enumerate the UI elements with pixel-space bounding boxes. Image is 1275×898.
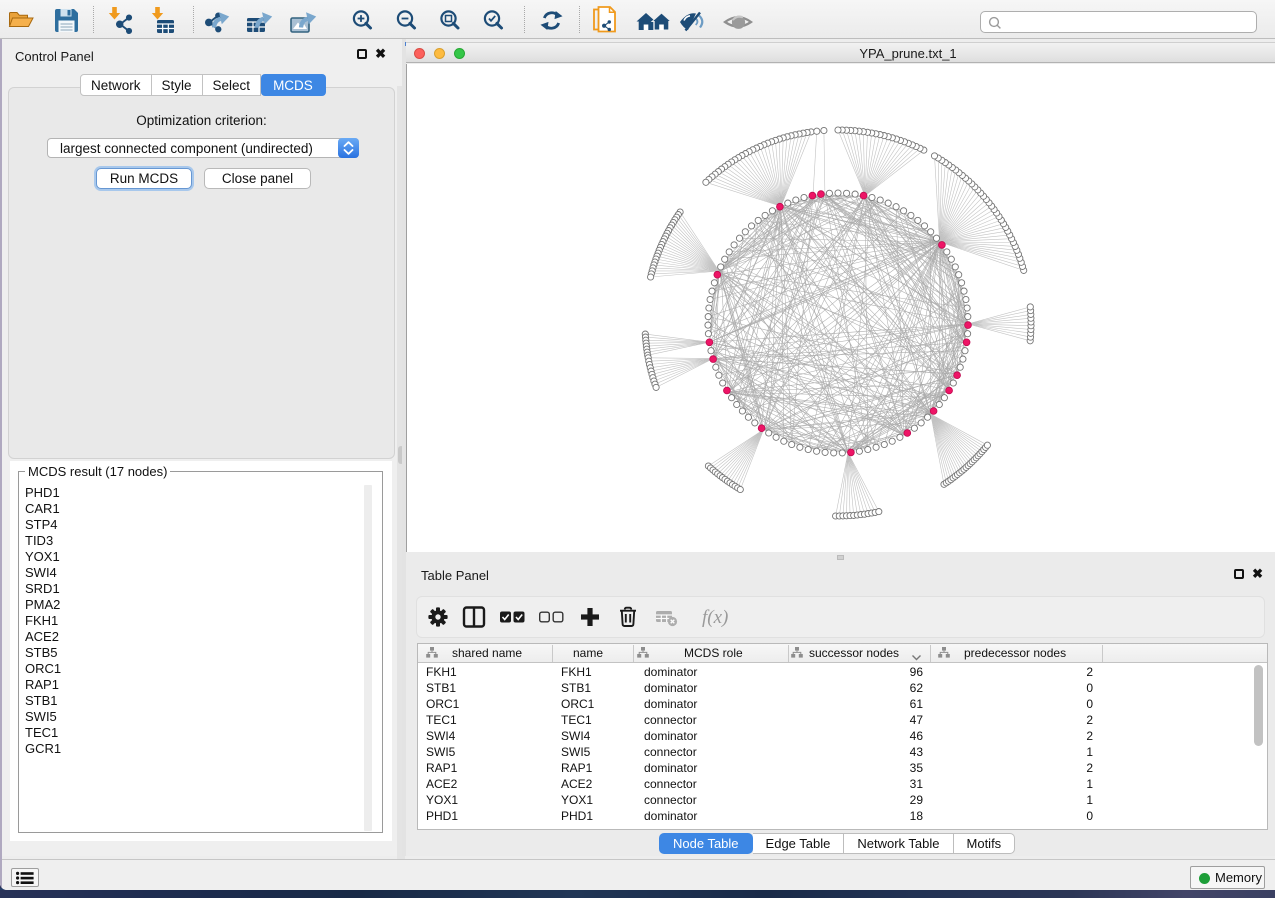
svg-text:f(x): f(x) [702, 607, 728, 628]
